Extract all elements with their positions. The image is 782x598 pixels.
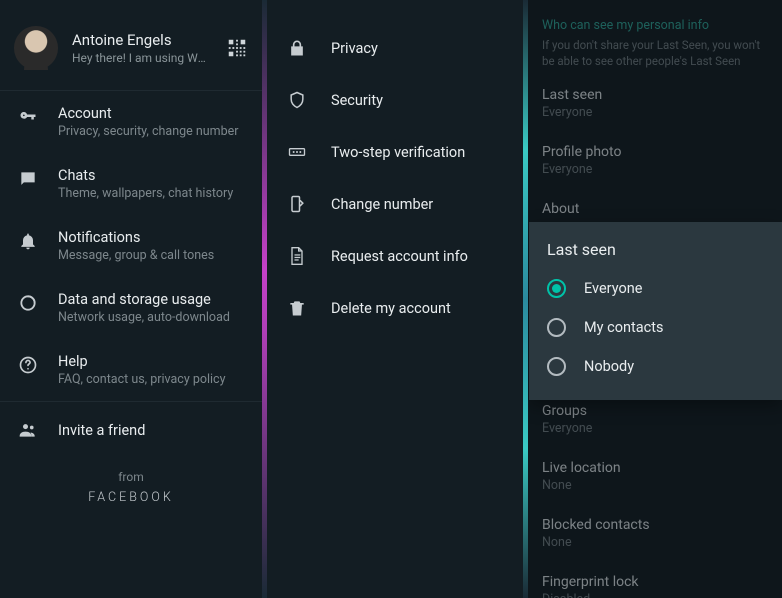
phone-swap-icon (287, 194, 307, 214)
settings-item-notifications[interactable]: Notifications Message, group & call tone… (0, 215, 262, 277)
header-title: Who can see my personal info (542, 18, 768, 33)
privacy-item-live[interactable]: Live location None (528, 448, 782, 505)
item-title: Two-step verification (331, 144, 465, 161)
help-icon (18, 355, 38, 375)
account-item-twostep[interactable]: Two-step verification (267, 126, 523, 178)
radio-icon (547, 318, 566, 337)
pi-title: Live location (542, 460, 768, 476)
trash-icon (287, 298, 307, 318)
pi-title: Blocked contacts (542, 517, 768, 533)
pi-value: Everyone (542, 105, 768, 120)
dialog-option-everyone[interactable]: Everyone (529, 269, 782, 308)
pi-value: Everyone (542, 162, 768, 177)
avatar (14, 26, 58, 70)
account-item-delete[interactable]: Delete my account (267, 282, 523, 334)
data-usage-icon (18, 293, 38, 313)
from-label: from (0, 470, 262, 484)
people-icon (18, 420, 38, 440)
radio-label: Everyone (584, 280, 642, 297)
pi-title: Groups (542, 403, 768, 419)
account-item-privacy[interactable]: Privacy (267, 22, 523, 74)
item-title: Privacy (331, 40, 378, 57)
settings-panel: Antoine Engels Hey there! I am using Wh…… (0, 0, 262, 598)
app-root: Antoine Engels Hey there! I am using Wh…… (0, 0, 782, 598)
item-title: Request account info (331, 248, 468, 265)
settings-item-account[interactable]: Account Privacy, security, change number (0, 91, 262, 153)
header-sub: If you don't share your Last Seen, you w… (542, 37, 768, 69)
account-item-changenum[interactable]: Change number (267, 178, 523, 230)
account-panel: Privacy Security Two-step verification C… (267, 0, 523, 598)
lock-icon (287, 38, 307, 58)
lastseen-dialog: Last seen Everyone My contacts Nobody (529, 222, 782, 400)
privacy-panel: Who can see my personal info If you don'… (528, 0, 782, 598)
profile-text: Antoine Engels Hey there! I am using Wh… (72, 31, 212, 65)
profile-status: Hey there! I am using Wh… (72, 51, 212, 65)
pi-title: Profile photo (542, 144, 768, 160)
facebook-label: FACEBOOK (0, 490, 262, 505)
shield-icon (287, 90, 307, 110)
item-title: Chats (58, 167, 248, 184)
pi-title: Fingerprint lock (542, 574, 768, 590)
qr-code-icon[interactable] (226, 37, 248, 59)
settings-item-help[interactable]: Help FAQ, contact us, privacy policy (0, 339, 262, 401)
item-subtitle: FAQ, contact us, privacy policy (58, 372, 248, 387)
item-subtitle: Message, group & call tones (58, 248, 248, 263)
item-title: Help (58, 353, 248, 370)
radio-icon (547, 279, 566, 298)
chat-icon (18, 169, 38, 189)
pi-title: About (542, 201, 768, 217)
radio-icon (547, 357, 566, 376)
key-icon (18, 107, 38, 127)
privacy-item-lastseen[interactable]: Last seen Everyone (528, 75, 782, 132)
radio-label: My contacts (584, 319, 663, 336)
pi-title: Last seen (542, 87, 768, 103)
dialog-option-contacts[interactable]: My contacts (529, 308, 782, 347)
settings-item-data[interactable]: Data and storage usage Network usage, au… (0, 277, 262, 339)
settings-item-invite[interactable]: Invite a friend (0, 402, 262, 458)
item-title: Invite a friend (58, 422, 145, 439)
dialog-title: Last seen (529, 236, 782, 269)
pi-value: Everyone (542, 421, 768, 436)
privacy-item-photo[interactable]: Profile photo Everyone (528, 132, 782, 189)
item-subtitle: Theme, wallpapers, chat history (58, 186, 248, 201)
privacy-item-fingerprint[interactable]: Fingerprint lock Disabled (528, 562, 782, 598)
profile-row[interactable]: Antoine Engels Hey there! I am using Wh… (0, 0, 262, 90)
radio-label: Nobody (584, 358, 634, 375)
item-title: Account (58, 105, 248, 122)
document-icon (287, 246, 307, 266)
privacy-header: Who can see my personal info If you don'… (528, 0, 782, 75)
pin-icon (287, 142, 307, 162)
account-item-security[interactable]: Security (267, 74, 523, 126)
item-title: Security (331, 92, 383, 109)
item-title: Notifications (58, 229, 248, 246)
pi-value: None (542, 478, 768, 493)
item-subtitle: Privacy, security, change number (58, 124, 248, 139)
profile-name: Antoine Engels (72, 31, 212, 49)
bell-icon (18, 231, 38, 251)
account-item-request[interactable]: Request account info (267, 230, 523, 282)
item-title: Data and storage usage (58, 291, 248, 308)
pi-value: Disabled (542, 592, 768, 598)
privacy-item-blocked[interactable]: Blocked contacts None (528, 505, 782, 562)
dialog-option-nobody[interactable]: Nobody (529, 347, 782, 386)
settings-item-chats[interactable]: Chats Theme, wallpapers, chat history (0, 153, 262, 215)
item-title: Delete my account (331, 300, 451, 317)
item-subtitle: Network usage, auto-download (58, 310, 248, 325)
item-title: Change number (331, 196, 433, 213)
pi-value: None (542, 535, 768, 550)
